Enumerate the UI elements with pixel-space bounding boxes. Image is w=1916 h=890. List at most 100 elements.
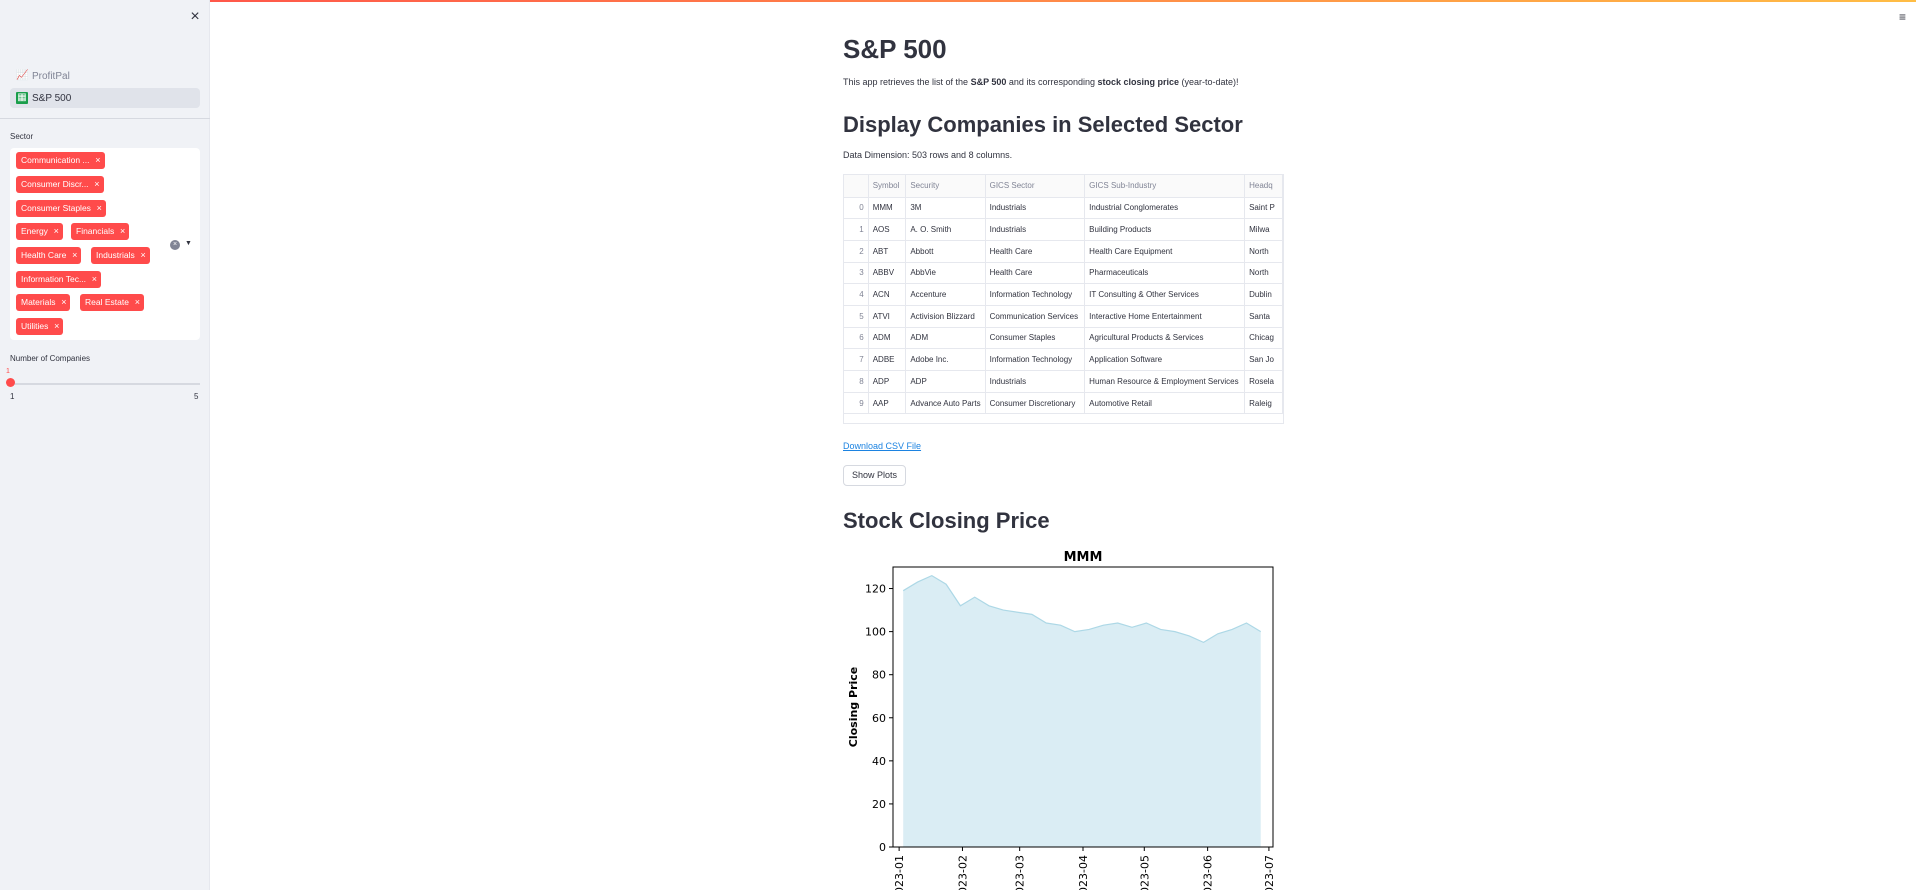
companies-table[interactable]: Symbol Security GICS Sector GICS Sub-Ind… [843, 174, 1284, 424]
table-cell: Building Products [1084, 218, 1246, 241]
table-cell: 8 [844, 370, 869, 393]
download-csv-link[interactable]: Download CSV File [843, 441, 921, 451]
sector-tag[interactable]: Communication ... × [16, 152, 105, 169]
table-cell: MMM [868, 197, 907, 220]
table-row[interactable]: 8 ADP ADP Industrials Human Resource & Emplo… [844, 370, 1283, 393]
table-row[interactable]: 7 ADBE Adobe Inc. Information Technology App… [844, 348, 1283, 371]
table-cell: ADP [868, 370, 907, 393]
table-cell: AAP [868, 392, 907, 415]
remove-icon[interactable]: × [120, 223, 125, 240]
slider-thumb[interactable] [6, 378, 15, 387]
close-icon[interactable]: × [188, 9, 202, 25]
column-header[interactable]: GICS Sector [985, 175, 1086, 198]
table-cell: 6 [844, 327, 869, 350]
column-header[interactable]: Symbol [868, 175, 907, 198]
table-cell: North [1244, 262, 1283, 285]
sidebar-divider [0, 118, 210, 119]
table-row[interactable]: 3 ABBV AbbVie Health Care Pharmaceuticals Nor… [844, 262, 1283, 285]
nav-item-profitpal[interactable]: 📈 ProfitPal [10, 66, 200, 86]
price-area [903, 575, 1261, 847]
chevron-down-icon[interactable]: ▼ [185, 240, 192, 247]
table-row[interactable]: 6 ADM ADM Consumer Staples Agricultural Prod… [844, 327, 1283, 350]
remove-icon[interactable]: × [72, 247, 77, 264]
sector-tag[interactable]: Health Care × [16, 247, 82, 264]
sidebar-nav: 📈 ProfitPal ▦ S&P 500 [10, 66, 200, 110]
table-cell: Consumer Staples [985, 327, 1086, 350]
table-row[interactable]: 4 ACN Accenture Information Technology IT Co… [844, 283, 1283, 306]
table-cell: ATVI [868, 305, 907, 328]
table-cell: Automotive Retail [1084, 392, 1246, 415]
table-cell: ACN [868, 283, 907, 306]
column-header[interactable] [844, 175, 869, 198]
show-plots-button[interactable]: Show Plots [843, 465, 907, 486]
table-cell: 9 [844, 392, 869, 415]
chart-increasing-icon: 📈 [16, 70, 29, 81]
sector-tag[interactable]: Industrials × [91, 247, 150, 264]
slider-min: 1 [10, 392, 15, 401]
table-cell: Application Software [1084, 348, 1246, 371]
table-row[interactable]: 0 MMM 3M Industrials Industrial Conglomerate… [844, 197, 1283, 220]
remove-icon[interactable]: × [94, 176, 99, 193]
remove-icon[interactable]: × [61, 294, 66, 311]
remove-icon[interactable]: × [92, 271, 97, 288]
y-tick-label: 100 [865, 626, 886, 639]
clear-all-icon[interactable]: × [170, 240, 180, 250]
table-cell: San Jo [1244, 348, 1283, 371]
y-axis-label: Closing Price [847, 667, 860, 748]
table-cell: ABT [868, 240, 907, 263]
column-header[interactable]: Headq [1244, 175, 1283, 198]
table-cell: Advance Auto Parts [905, 392, 986, 415]
table-cell: ADM [868, 327, 907, 350]
sector-tag[interactable]: Information Tec... × [16, 271, 102, 288]
remove-icon[interactable]: × [97, 200, 102, 217]
sector-tag[interactable]: Utilities × [16, 318, 64, 335]
top-accent-bar [0, 0, 1916, 2]
remove-icon[interactable]: × [140, 247, 145, 264]
table-cell: Industrial Conglomerates [1084, 197, 1246, 220]
table-cell: Raleig [1244, 392, 1283, 415]
sector-tag[interactable]: Consumer Discr... × [16, 176, 104, 193]
table-cell: Rosela [1244, 370, 1283, 393]
table-cell: Accenture [905, 283, 986, 306]
y-tick-label: 80 [872, 669, 886, 682]
sector-tag[interactable]: Materials × [16, 294, 71, 311]
table-row[interactable]: 2 ABT Abbott Health Care Health Care Equipme… [844, 240, 1283, 263]
remove-icon[interactable]: × [95, 152, 100, 169]
table-cell: Abbott [905, 240, 986, 263]
sector-tag[interactable]: Consumer Staples × [16, 200, 106, 217]
column-header[interactable]: Security [905, 175, 986, 198]
sector-tag[interactable]: Financials × [71, 223, 130, 240]
companies-label: Number of Companies [10, 354, 91, 363]
sector-tag[interactable]: Energy × [16, 223, 63, 240]
table-cell: Health Care Equipment [1084, 240, 1246, 263]
table-cell: AOS [868, 218, 907, 241]
table-cell: IT Consulting & Other Services [1084, 283, 1246, 306]
x-tick-label: 2023-05 [1138, 855, 1151, 890]
table-cell: 5 [844, 305, 869, 328]
remove-icon[interactable]: × [135, 294, 140, 311]
column-header[interactable]: GICS Sub-Industry [1084, 175, 1246, 198]
hamburger-menu-icon[interactable]: ≡ [1899, 10, 1906, 24]
nav-item-sp500[interactable]: ▦ S&P 500 [10, 88, 200, 108]
sector-tag[interactable]: Real Estate × [80, 294, 144, 311]
table-row[interactable]: 5 ATVI Activision Blizzard Communication Se… [844, 305, 1283, 328]
remove-icon[interactable]: × [54, 318, 59, 335]
table-cell: A. O. Smith [905, 218, 986, 241]
y-tick-label: 120 [865, 583, 886, 596]
table-cell: ADP [905, 370, 986, 393]
table-cell: Industrials [985, 218, 1086, 241]
nav-item-label: ProfitPal [32, 70, 70, 82]
table-cell: Interactive Home Entertainment [1084, 305, 1246, 328]
slider-track[interactable] [10, 383, 200, 385]
table-cell: ADBE [868, 348, 907, 371]
table-cell: 0 [844, 197, 869, 220]
remove-icon[interactable]: × [54, 223, 59, 240]
table-row[interactable]: 9 AAP Advance Auto Parts Consumer Discretio… [844, 392, 1283, 415]
table-cell: North [1244, 240, 1283, 263]
section-heading-companies: Display Companies in Selected Sector [843, 112, 1243, 137]
section-heading-stock: Stock Closing Price [843, 508, 1050, 533]
table-cell: Santa [1244, 305, 1283, 328]
table-cell: ADM [905, 327, 986, 350]
table-row[interactable]: 1 AOS A. O. Smith Industrials Building Produ… [844, 218, 1283, 241]
y-tick-label: 40 [872, 755, 886, 768]
